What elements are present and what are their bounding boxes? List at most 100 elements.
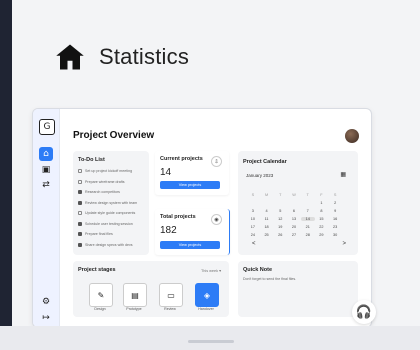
todo-checkbox[interactable]	[78, 211, 82, 215]
calendar-day[interactable]: 5	[273, 209, 287, 213]
calendar-day[interactable]: 16	[328, 217, 342, 221]
home-icon	[56, 44, 84, 70]
laptop-base	[0, 326, 420, 350]
todo-item-label: Prepare wireframe drafts	[85, 179, 125, 184]
pencil-icon[interactable]: ✎	[89, 283, 113, 307]
todo-item-label: Share design specs with devs	[85, 242, 133, 247]
calendar-day[interactable]: 24	[246, 233, 260, 237]
view-total-projects-button[interactable]: View projects	[160, 241, 220, 249]
todo-item[interactable]: Update style guide components	[78, 209, 135, 217]
stage-label-handover: Handover	[198, 307, 214, 311]
quick-note-text[interactable]: Don't forget to send the final files.	[243, 277, 296, 281]
calendar-day[interactable]: 21	[301, 225, 315, 229]
todo-checkbox[interactable]	[78, 179, 82, 184]
calendar-day[interactable]: 25	[260, 233, 274, 237]
calendar-grid: S M T W T F S 1 2 3 4 5 6 7 8 9 10 11 12 13 14 15 16 17 18 19 20 21…	[246, 193, 342, 237]
total-projects-count: 182	[160, 225, 177, 236]
calendar-day[interactable]: 26	[273, 233, 287, 237]
todo-checkbox[interactable]	[78, 232, 82, 236]
calendar-day[interactable]: 6	[287, 209, 301, 213]
shuffle-icon[interactable]: ⇄	[39, 178, 53, 192]
calendar-day[interactable]: 1	[315, 201, 329, 205]
todo-item[interactable]: Prepare wireframe drafts	[78, 178, 125, 186]
calendar-day[interactable]: 4	[260, 209, 274, 213]
calendar-weekday: W	[292, 193, 296, 197]
stage-label-review: Review	[164, 307, 176, 311]
calendar-weekday: S	[251, 193, 255, 197]
box-icon[interactable]: ◈	[195, 283, 219, 307]
todo-item[interactable]: Research competitors	[78, 188, 120, 196]
view-current-projects-button[interactable]: View projects	[160, 181, 220, 189]
todo-item[interactable]: Prepare final files	[78, 230, 113, 238]
page-heading: Statistics	[99, 44, 190, 69]
monitor-icon[interactable]: ▭	[159, 283, 183, 307]
todo-item[interactable]: Set up project kickoff meeting	[78, 167, 132, 175]
calendar-day[interactable]: 20	[287, 225, 301, 229]
calendar-day[interactable]: 11	[260, 217, 274, 221]
download-icon[interactable]: ⇩	[211, 156, 222, 167]
calendar-day[interactable]: 29	[315, 233, 329, 237]
calendar-month: January 2023	[246, 173, 274, 178]
inbox-icon[interactable]: ▣	[39, 163, 53, 177]
calendar-day[interactable]: 13	[287, 217, 301, 221]
calendar-day[interactable]: 15	[315, 217, 329, 221]
statistics-header: Statistics	[55, 42, 189, 72]
quick-note-panel: Quick Note Don't forget to send the fina…	[238, 261, 358, 317]
current-projects-card: Current projects ⇩ 14 View projects	[155, 151, 229, 195]
sidebar: G ⌂ ▣ ⇄ ⚙ ↦	[33, 109, 60, 327]
calendar-day[interactable]: 14	[300, 217, 315, 221]
calendar-next-button[interactable]: >	[342, 241, 346, 247]
project-overview-title: Project Overview	[73, 130, 155, 141]
todo-item-label: Review design system with team	[85, 200, 138, 205]
calendar-day[interactable]: 2	[328, 201, 342, 205]
laptop-notch	[188, 340, 234, 343]
calendar-panel: Project Calendar January 2023 ▦ SMTWTFS1…	[238, 151, 358, 255]
calendar-day	[287, 201, 301, 205]
calendar-day[interactable]: 10	[246, 217, 260, 221]
stage-label-design: Design	[94, 307, 106, 311]
calendar-day[interactable]: 8	[315, 209, 329, 213]
avatar[interactable]	[345, 129, 359, 143]
calendar-day[interactable]: 22	[315, 225, 329, 229]
calendar-weekday: T	[279, 193, 282, 197]
calendar-weekday: T	[306, 193, 309, 197]
grid-icon[interactable]: ▤	[123, 283, 147, 307]
calendar-day[interactable]: 3	[246, 209, 260, 213]
todo-checkbox[interactable]	[78, 242, 82, 247]
todo-item[interactable]: Share design specs with devs	[78, 241, 133, 249]
todo-checkbox[interactable]	[78, 169, 82, 173]
settings-icon[interactable]: ⚙	[39, 295, 53, 309]
todo-checkbox[interactable]	[78, 221, 82, 226]
calendar-day	[260, 201, 274, 205]
record-icon[interactable]: ◉	[211, 214, 222, 225]
calendar-day[interactable]: 23	[328, 225, 342, 229]
calendar-day[interactable]: 7	[301, 209, 315, 213]
headset-icon[interactable]: 🎧	[352, 300, 376, 324]
calendar-prev-button[interactable]: <	[252, 241, 256, 247]
stages-filter[interactable]: This week ▾	[201, 268, 221, 273]
todo-checkbox[interactable]	[78, 190, 82, 194]
calendar-day	[246, 201, 260, 205]
home-icon[interactable]: ⌂	[39, 147, 53, 161]
todo-item-label: Prepare final files	[85, 232, 113, 236]
current-projects-count: 14	[160, 167, 172, 178]
calendar-day[interactable]: 30	[328, 233, 342, 237]
todo-title: To-Do List	[78, 157, 105, 163]
calendar-day[interactable]: 28	[301, 233, 315, 237]
stages-title: Project stages	[78, 267, 116, 273]
calendar-day[interactable]: 9	[328, 209, 342, 213]
calendar-day[interactable]: 12	[273, 217, 287, 221]
logout-icon[interactable]: ↦	[39, 311, 53, 325]
calendar-day[interactable]: 19	[273, 225, 287, 229]
calendar-icon[interactable]: ▦	[340, 171, 346, 178]
calendar-day[interactable]: 17	[246, 225, 260, 229]
calendar-day[interactable]: 18	[260, 225, 274, 229]
todo-item[interactable]: Schedule user testing session	[78, 220, 133, 228]
todo-panel: To-Do List Set up project kickoff meetin…	[73, 151, 149, 255]
todo-item[interactable]: Review design system with team	[78, 199, 137, 207]
todo-checkbox[interactable]	[78, 200, 82, 205]
todo-item-label: Research competitors	[85, 190, 120, 194]
stages-filter-label: This week	[200, 269, 219, 273]
logo-icon[interactable]: G	[39, 119, 55, 135]
calendar-day[interactable]: 27	[287, 233, 301, 237]
